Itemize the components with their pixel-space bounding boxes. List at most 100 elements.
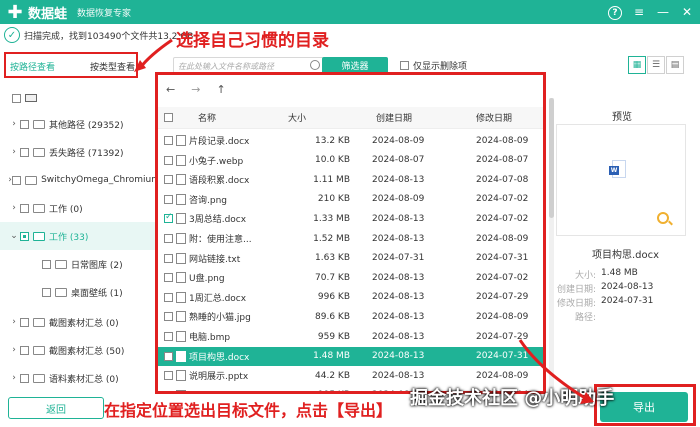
row-checkbox[interactable] — [164, 136, 173, 145]
chevron-icon[interactable]: › — [8, 345, 20, 355]
folder-icon — [25, 175, 38, 185]
meta-row: 路径: — [556, 310, 601, 323]
table-row[interactable]: 语段积累.docx 1.11 MB 2024-08-13 2024-07-08 — [158, 170, 543, 189]
tree-item[interactable]: › 其他路径 (29352) — [0, 110, 160, 138]
table-row[interactable]: 附：使用注意... 1.52 MB 2024-08-13 2024-08-09 — [158, 229, 543, 248]
app-subtitle: 数据恢复专家 — [77, 8, 132, 19]
row-checkbox[interactable] — [164, 253, 173, 263]
tree-item[interactable]: › SwitchyOmega_Chromium — [0, 166, 160, 194]
arrow-to-views — [138, 38, 173, 69]
row-checkbox[interactable] — [164, 390, 173, 391]
zoom-icon[interactable] — [657, 212, 669, 224]
tree-checkbox[interactable] — [42, 259, 51, 269]
file-icon — [176, 389, 186, 391]
row-checkbox[interactable] — [164, 194, 173, 204]
list-view-icon[interactable]: ☰ — [647, 56, 665, 74]
chevron-icon[interactable]: › — [8, 147, 20, 157]
tree-checkbox[interactable] — [42, 287, 51, 297]
back-button[interactable]: 返回 — [8, 397, 104, 419]
row-checkbox[interactable] — [164, 351, 173, 361]
tree-checkbox[interactable] — [20, 317, 29, 327]
minimize-button[interactable]: — — [654, 3, 672, 21]
deleted-only-checkbox[interactable]: 仅显示删除项 — [400, 59, 467, 72]
row-checkbox[interactable] — [164, 332, 173, 341]
tree-item[interactable]: › 截图素材汇总 (50) — [0, 336, 160, 364]
drive-icon — [25, 94, 37, 102]
up-arrow-icon[interactable]: ↑ — [216, 83, 225, 96]
tree-item-label: 语料素材汇总 (0) — [49, 374, 119, 385]
deleted-only-label: 仅显示删除项 — [413, 62, 468, 72]
row-checkbox[interactable] — [164, 175, 173, 185]
tree-checkbox[interactable] — [12, 175, 22, 185]
select-all-checkbox[interactable] — [164, 113, 173, 122]
tree-item-label: 工作 (33) — [49, 232, 89, 243]
row-checkbox[interactable] — [164, 234, 173, 243]
tree-checkbox[interactable] — [20, 147, 29, 157]
tree-checkbox[interactable] — [20, 373, 29, 383]
cell-created: 2024-08-13 — [372, 351, 425, 362]
cell-created: 2024-08-13 — [372, 233, 425, 244]
tree-checkbox[interactable] — [20, 119, 29, 129]
tree-item[interactable]: › 工作 (0) — [0, 194, 160, 222]
table-row[interactable]: 说明展示.pptx 44.2 KB 2024-08-13 2024-08-09 — [158, 366, 543, 385]
scan-status: ✓ 扫描完成，找到103490个文件共13.2 GB — [4, 26, 193, 44]
meta-value: 2024-08-13 — [601, 282, 654, 292]
tree-item[interactable]: › 丢失路径 (71392) — [0, 138, 160, 166]
detail-view-icon[interactable]: ▤ — [666, 56, 684, 74]
word-badge-icon: W — [609, 166, 619, 175]
cell-size: 10.0 KB — [315, 155, 350, 166]
chevron-icon[interactable]: › — [8, 373, 20, 383]
cell-size: 70.7 KB — [315, 272, 350, 283]
table-row[interactable]: 项目构思.docx 1.48 MB 2024-08-13 2024-07-31 — [158, 346, 543, 366]
close-button[interactable]: ✕ — [678, 3, 696, 21]
table-row[interactable]: 电脑.bmp 959 KB 2024-08-13 2024-07-29 — [158, 327, 543, 346]
tree-item[interactable]: › 截图素材汇总 (0) — [0, 308, 160, 336]
tree-item[interactable]: › 语料素材汇总 (0) — [0, 364, 160, 392]
tree-item[interactable]: 桌面壁纸 (1) — [0, 278, 160, 306]
search-icon[interactable] — [310, 60, 320, 70]
chevron-icon[interactable]: ⌄ — [8, 231, 20, 241]
row-checkbox[interactable] — [164, 212, 173, 224]
column-modified[interactable]: 修改日期 — [476, 111, 512, 124]
chevron-icon[interactable]: › — [8, 317, 20, 327]
row-checkbox[interactable] — [164, 155, 173, 165]
grid-view-icon[interactable]: ▦ — [628, 56, 646, 74]
cell-created: 2024-08-13 — [372, 311, 425, 322]
table-row[interactable]: 片段记录.docx 13.2 KB 2024-08-09 2024-08-09 — [158, 131, 543, 150]
cell-name: 语段积累.docx — [189, 176, 250, 187]
tree-checkbox[interactable] — [20, 231, 29, 241]
row-checkbox[interactable] — [164, 371, 173, 381]
folder-icon — [33, 203, 45, 213]
tree-checkbox[interactable] — [20, 203, 29, 213]
column-created[interactable]: 创建日期 — [376, 111, 412, 124]
table-row[interactable]: 1周汇总.docx 996 KB 2024-08-13 2024-07-29 — [158, 288, 543, 307]
table-row[interactable]: 小兔子.webp 10.0 KB 2024-08-07 2024-08-07 — [158, 151, 543, 170]
table-row[interactable]: 咨询.png 210 KB 2024-08-09 2024-07-02 — [158, 190, 543, 209]
scrollbar-thumb[interactable] — [549, 98, 554, 218]
menu-button[interactable]: ≡ — [630, 3, 648, 21]
table-row[interactable]: 熟睡的小猫.jpg 89.6 KB 2024-08-13 2024-08-09 — [158, 307, 543, 326]
table-row[interactable]: 网站链接.txt 1.63 KB 2024-07-31 2024-07-31 — [158, 249, 543, 268]
tree-item[interactable]: ⌄ 工作 (33) — [0, 222, 160, 250]
column-size[interactable]: 大小 — [288, 111, 306, 124]
row-checkbox[interactable] — [164, 292, 173, 302]
file-icon — [176, 272, 186, 284]
chevron-icon[interactable]: › — [8, 203, 20, 213]
tree-checkbox[interactable] — [20, 345, 29, 355]
checkbox-icon[interactable] — [400, 61, 409, 70]
table-row[interactable]: 3周总结.docx 1.33 MB 2024-08-13 2024-07-02 — [158, 209, 543, 228]
back-arrow-icon[interactable]: ← — [166, 83, 175, 96]
forward-arrow-icon[interactable]: → — [191, 83, 200, 96]
column-name[interactable]: 名称 — [198, 111, 216, 124]
chevron-icon[interactable]: › — [8, 119, 20, 129]
cell-size: 1.52 MB — [313, 233, 350, 244]
row-checkbox[interactable] — [164, 273, 173, 283]
tree-checkbox[interactable] — [12, 93, 21, 103]
table-row[interactable]: U盘.png 70.7 KB 2024-08-13 2024-07-02 — [158, 268, 543, 287]
tree-item[interactable] — [0, 84, 160, 112]
tree-item[interactable]: 日常图库 (2) — [0, 250, 160, 278]
meta-row: 创建日期: 2024-08-13 — [556, 282, 653, 295]
help-button[interactable]: ? — [606, 3, 624, 21]
cell-name: 项目构思.docx — [189, 352, 250, 363]
row-checkbox[interactable] — [164, 312, 173, 322]
